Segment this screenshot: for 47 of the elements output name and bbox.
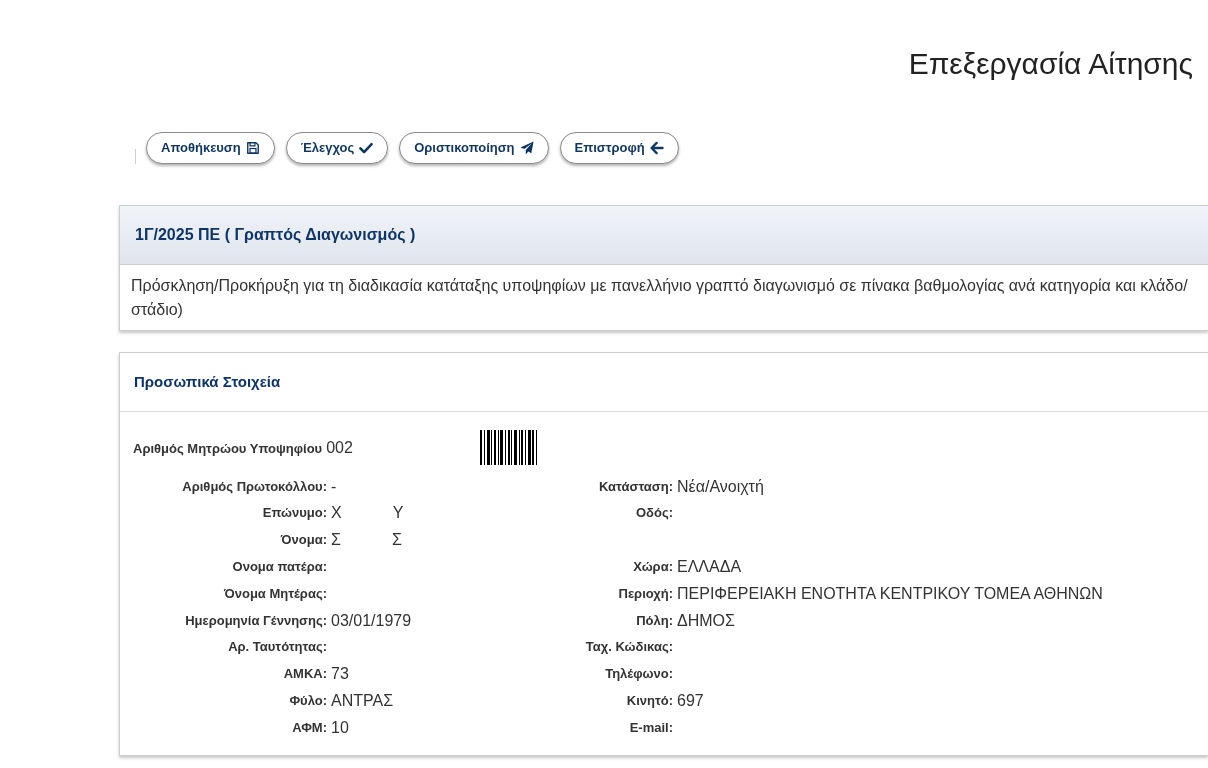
field-label: Όνομα: [279, 531, 327, 550]
field-label: Αριθμός Πρωτοκόλλου: [181, 477, 327, 496]
field-label: Τηλέφωνο: [604, 665, 673, 684]
field-value: Σ [392, 530, 402, 551]
description-text: Πρόσκληση/Προκήρυξη για τη διαδικασία κατάταξης υποψηφίων με πανελλήνιο γραπτό διαγωνισμό σε πίνακα βαθμολογίας ανά κατηγορία και κλάδο/ [131, 276, 1189, 296]
field-label: Κινητό: [625, 691, 673, 710]
field-label: ΑΦΜ: [291, 718, 327, 737]
field-label: Ημερομηνία Γέννησης: [184, 611, 327, 630]
field-label: Αρ. Ταυτότητας: [227, 638, 327, 657]
panel-title: Προσωπικά Στοιχεία [134, 371, 281, 392]
field-label: ΑΜΚΑ: [282, 665, 327, 684]
field-label: Περιοχή: [617, 584, 673, 603]
field-value: Χ [331, 503, 342, 524]
field-value: 697 [677, 690, 704, 711]
field-value: - [331, 476, 337, 497]
field-value: ΑΝΤΡΑΣ [331, 690, 394, 711]
arrow-left-icon [649, 141, 664, 155]
field-label: Όνομα Μητέρας: [223, 584, 327, 603]
field-value: Σ [331, 530, 341, 551]
field-value: ΠΕΡΙΦΕΡΕΙΑΚΗ ΕΝΟΤΗΤΑ ΚΕΝΤΡΙΚΟΥ ΤΟΜΕΑ ΑΘΗΝΩΝ [677, 583, 1103, 604]
field-value: 002 [326, 437, 353, 458]
paper-plane-icon [519, 141, 534, 155]
field-label: Κατάσταση: [598, 477, 673, 496]
field-label: Ταχ. Κώδικας: [584, 638, 673, 657]
page-title: Επεξεργασία Αίτησης [908, 47, 1193, 81]
finalize-button[interactable]: Οριστικοποίηση [399, 132, 549, 164]
field-label: Ονομα πατέρα: [231, 558, 327, 576]
back-button[interactable]: Επιστροφή [559, 132, 679, 164]
field-value: Νέα/Ανοιχτή [677, 476, 764, 497]
field-label: Φύλο: [288, 691, 327, 710]
field-value: 10 [331, 717, 349, 738]
field-label: Επώνυμο: [261, 504, 327, 523]
field-value: Υ [392, 503, 404, 524]
field-value: ΔΗΜΟΣ [677, 610, 735, 631]
field-value: 03/01/1979 [331, 610, 412, 631]
field-value: ΕΛΛΑΔΑ [677, 557, 742, 577]
panel-title: 1Γ/2025 ΠΕ ( Γραπτός Διαγωνισμός ) [135, 225, 416, 245]
check-icon [359, 141, 374, 155]
field-label: Οδός: [634, 504, 673, 523]
save-button[interactable]: Αποθήκευση [146, 132, 275, 164]
field-label: Αριθμός Μητρώου Υποψηφίου [133, 439, 323, 458]
field-label: E-mail: [628, 718, 673, 737]
description-text: στάδιο) [131, 300, 184, 320]
field-label: Πόλη: [635, 611, 673, 630]
field-value: 73 [331, 664, 349, 685]
field-label: Χώρα: [632, 558, 673, 576]
check-button[interactable]: Έλεγχος [285, 132, 389, 164]
